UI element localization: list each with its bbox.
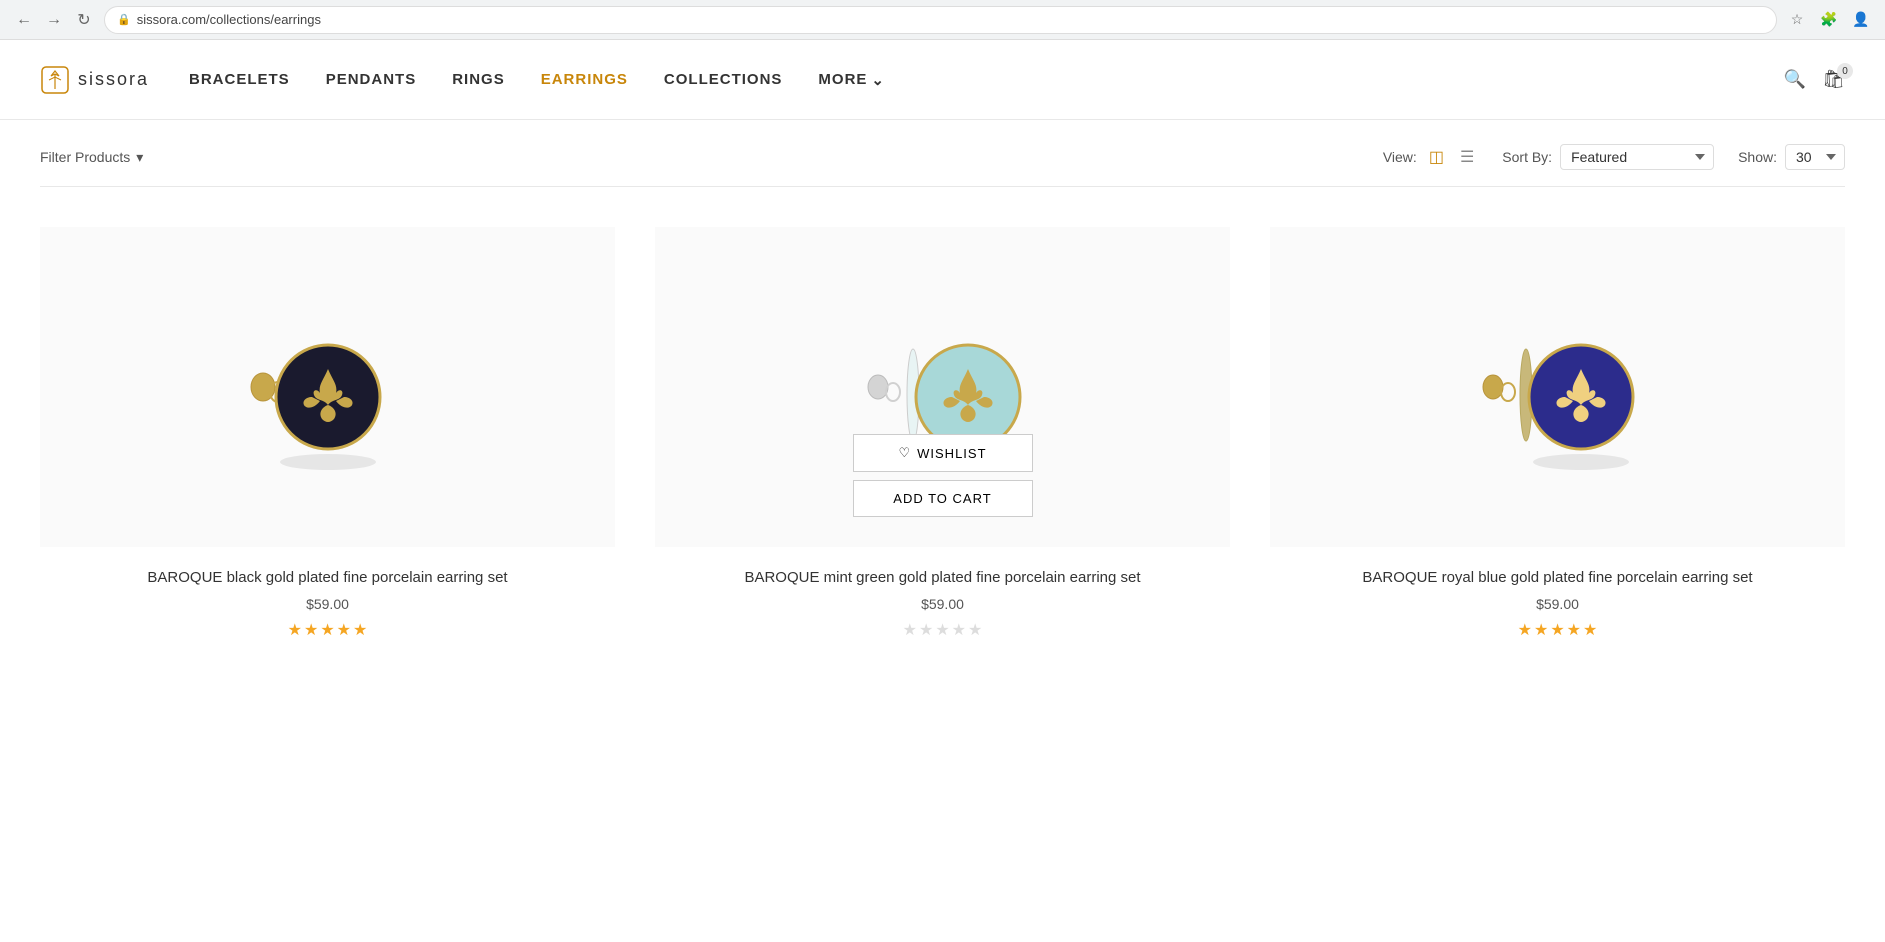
product-price-royal-blue: $59.00	[1536, 596, 1579, 612]
nav-more[interactable]: MORE ⌄	[818, 71, 885, 89]
product-image-black	[40, 227, 615, 547]
star-3: ★	[320, 620, 334, 640]
product-card-royal-blue[interactable]: BAROQUE royal blue gold plated fine porc…	[1270, 227, 1845, 640]
product-card-mint[interactable]: ♡ WISHLIST ADD TO CART BAROQUE mint gree…	[655, 227, 1230, 640]
chevron-down-icon: ⌄	[871, 71, 885, 89]
star-4: ★	[952, 620, 966, 640]
logo-text: sissora	[78, 69, 149, 90]
view-label: View:	[1383, 149, 1417, 165]
lock-icon: 🔒	[117, 13, 131, 26]
product-stars-black: ★ ★ ★ ★ ★	[288, 620, 368, 640]
nav-rings[interactable]: RINGS	[452, 71, 505, 88]
nav-pendants[interactable]: PENDANTS	[326, 71, 417, 88]
star-1: ★	[288, 620, 302, 640]
browser-chrome: ← → ↻ 🔒 sissora.com/collections/earrings…	[0, 0, 1885, 40]
address-bar[interactable]: 🔒 sissora.com/collections/earrings	[104, 6, 1777, 34]
star-5: ★	[1583, 620, 1597, 640]
star-4: ★	[1567, 620, 1581, 640]
product-image-royal-blue	[1270, 227, 1845, 547]
filter-label: Filter Products	[40, 149, 130, 165]
product-actions-mint: ♡ WISHLIST ADD TO CART	[853, 434, 1033, 517]
product-price-mint: $59.00	[921, 596, 964, 612]
search-button[interactable]: 🔍	[1784, 69, 1806, 90]
star-2: ★	[304, 620, 318, 640]
sort-label: Sort By:	[1502, 149, 1552, 165]
filter-products-button[interactable]: Filter Products ▾	[40, 149, 143, 166]
nav-earrings[interactable]: EARRINGS	[541, 71, 628, 88]
forward-button[interactable]: →	[42, 8, 66, 32]
show-select[interactable]: 30 60 90	[1785, 144, 1845, 170]
browser-action-buttons: ☆ 🧩 👤	[1785, 8, 1873, 32]
main-nav: BRACELETS PENDANTS RINGS EARRINGS COLLEC…	[189, 71, 1784, 89]
logo-icon	[40, 65, 70, 95]
cart-badge: 0	[1837, 63, 1853, 79]
list-view-button[interactable]: ☰	[1456, 145, 1478, 169]
product-stars-royal-blue: ★ ★ ★ ★ ★	[1518, 620, 1598, 640]
star-1: ★	[1518, 620, 1532, 640]
cart-button[interactable]: 🛍 0	[1822, 69, 1845, 90]
show-label: Show:	[1738, 149, 1777, 165]
product-price-black: $59.00	[306, 596, 349, 612]
star-3: ★	[1550, 620, 1564, 640]
star-2: ★	[1534, 620, 1548, 640]
star-5: ★	[353, 620, 367, 640]
star-1: ★	[903, 620, 917, 640]
star-4: ★	[337, 620, 351, 640]
product-title-black: BAROQUE black gold plated fine porcelain…	[147, 567, 507, 588]
products-section: BAROQUE black gold plated fine porcelain…	[0, 187, 1885, 680]
browser-nav-buttons: ← → ↻	[12, 8, 96, 32]
product-image-mint: ♡ WISHLIST ADD TO CART	[655, 227, 1230, 547]
view-group: View: ◫ ☰	[1383, 145, 1478, 169]
add-to-cart-button-mint[interactable]: ADD TO CART	[853, 480, 1033, 517]
profile-button[interactable]: 👤	[1849, 8, 1873, 32]
star-5: ★	[968, 620, 982, 640]
sort-select[interactable]: Featured Best Selling Price: Low to High…	[1560, 144, 1714, 170]
grid-view-button[interactable]: ◫	[1425, 145, 1448, 169]
wishlist-label: WISHLIST	[917, 446, 986, 461]
wishlist-button-mint[interactable]: ♡ WISHLIST	[853, 434, 1033, 472]
filter-dropdown-icon: ▾	[136, 149, 143, 166]
show-group: Show: 30 60 90	[1738, 144, 1845, 170]
url-text: sissora.com/collections/earrings	[137, 12, 321, 27]
nav-collections[interactable]: COLLECTIONS	[664, 71, 783, 88]
logo-link[interactable]: sissora	[40, 65, 149, 95]
nav-bracelets[interactable]: BRACELETS	[189, 71, 290, 88]
bookmark-button[interactable]: ☆	[1785, 8, 1809, 32]
star-2: ★	[919, 620, 933, 640]
earring-image-royal-blue	[1418, 287, 1698, 487]
star-3: ★	[935, 620, 949, 640]
product-card-black[interactable]: BAROQUE black gold plated fine porcelain…	[40, 227, 615, 640]
reload-button[interactable]: ↻	[72, 8, 96, 32]
products-grid: BAROQUE black gold plated fine porcelain…	[40, 227, 1845, 640]
site-header: sissora BRACELETS PENDANTS RINGS EARRING…	[0, 40, 1885, 120]
product-title-royal-blue: BAROQUE royal blue gold plated fine porc…	[1362, 567, 1752, 588]
toolbar-right: View: ◫ ☰ Sort By: Featured Best Selling…	[1383, 144, 1845, 170]
product-title-mint: BAROQUE mint green gold plated fine porc…	[744, 567, 1140, 588]
header-actions: 🔍 🛍 0	[1784, 69, 1845, 90]
heart-icon: ♡	[898, 445, 911, 461]
extensions-button[interactable]: 🧩	[1817, 8, 1841, 32]
back-button[interactable]: ←	[12, 8, 36, 32]
sort-group: Sort By: Featured Best Selling Price: Lo…	[1502, 144, 1714, 170]
product-stars-mint: ★ ★ ★ ★ ★	[903, 620, 983, 640]
toolbar: Filter Products ▾ View: ◫ ☰ Sort By: Fea…	[0, 120, 1885, 186]
earring-image-black	[188, 287, 468, 487]
